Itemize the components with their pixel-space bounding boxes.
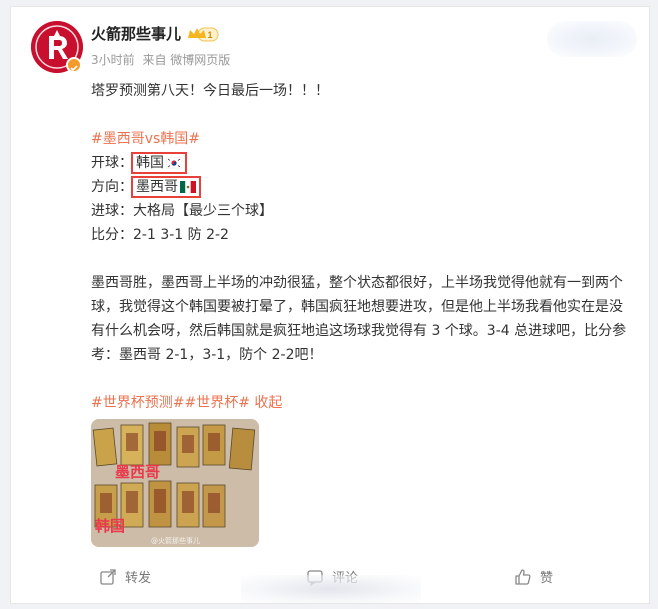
hashtag-world-cup[interactable]: #世界杯#: [184, 395, 249, 411]
kickoff-value: 韩国: [136, 155, 164, 171]
forward-label: 转发: [125, 571, 152, 586]
like-button[interactable]: 赞: [514, 567, 553, 586]
post-content: 塔罗预测第八天！今日最后一场！！！ #墨西哥vs韩国# 开球： 韩国 方向： 墨西哥…: [91, 79, 636, 415]
post-time[interactable]: 3小时前: [91, 53, 135, 67]
analysis-paragraph: 墨西哥胜，墨西哥上半场的冲劲很猛，整个状态都很好，上半场我觉得他就有一到两个球，…: [91, 275, 627, 363]
weibo-post-card: 火箭那些事儿 1 3小时前 来自 微博网页版 塔罗预测第八天！今日最后一场！！！…: [10, 6, 650, 604]
tags-row: #世界杯预测##世界杯# 收起: [91, 391, 636, 415]
post-meta: 3小时前 来自 微博网页版: [91, 51, 234, 68]
post-intro: 塔罗预测第八天！今日最后一场！！！: [91, 83, 329, 99]
kickoff-row: 开球： 韩国: [91, 151, 636, 175]
image-watermark: @火箭那些事儿: [151, 536, 200, 545]
vip-crown-icon[interactable]: 1: [186, 25, 220, 43]
direction-label: 方向：: [91, 179, 133, 195]
vip-level: 1: [207, 30, 212, 40]
image-label-korea: 韩国: [95, 517, 125, 535]
author-name[interactable]: 火箭那些事儿: [91, 23, 181, 44]
mexico-flag-icon: [180, 181, 196, 193]
post-image[interactable]: 墨西哥 韩国 @火箭那些事儿: [91, 419, 259, 547]
like-label: 赞: [540, 571, 554, 586]
image-label-mexico: 墨西哥: [115, 463, 160, 481]
verified-icon: [66, 57, 82, 73]
hashtag-match[interactable]: #墨西哥vs韩国#: [91, 131, 200, 147]
kickoff-highlight: 韩国: [131, 152, 187, 174]
like-icon: [515, 568, 531, 585]
forward-button[interactable]: 转发: [99, 567, 151, 586]
score-line: 比分：2-1 3-1 防 2-2: [91, 227, 229, 243]
forward-icon: [100, 568, 116, 585]
korea-flag-icon: [166, 157, 182, 169]
blurred-overlay: [241, 575, 421, 603]
hashtag-wc-prediction[interactable]: #世界杯预测#: [91, 395, 184, 411]
post-source: 来自 微博网页版: [142, 53, 231, 67]
direction-highlight: 墨西哥: [131, 176, 201, 198]
direction-value: 墨西哥: [136, 179, 178, 195]
direction-row: 方向： 墨西哥: [91, 175, 636, 199]
tarot-cards-image: 墨西哥 韩国 @火箭那些事儿: [91, 419, 259, 547]
kickoff-label: 开球：: [91, 155, 133, 171]
collapse-link[interactable]: 收起: [254, 395, 282, 411]
follow-button[interactable]: [547, 21, 637, 57]
goals-line: 进球：大格局【最少三个球】: [91, 203, 273, 219]
